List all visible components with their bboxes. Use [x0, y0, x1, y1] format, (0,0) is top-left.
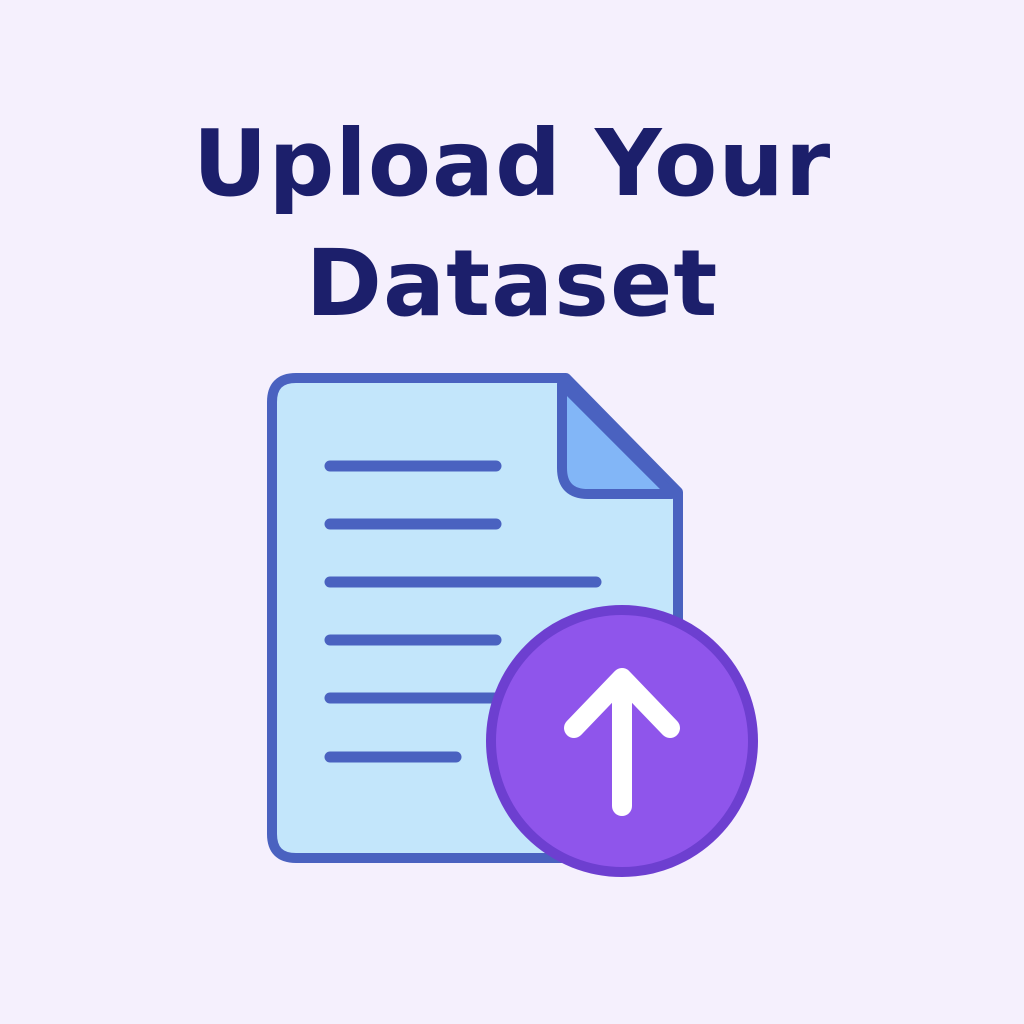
upload-button[interactable] [486, 605, 758, 877]
document-fold [557, 379, 677, 499]
upload-illustration [267, 373, 758, 877]
upload-dataset-screen: Upload Your Dataset [0, 0, 1024, 1024]
